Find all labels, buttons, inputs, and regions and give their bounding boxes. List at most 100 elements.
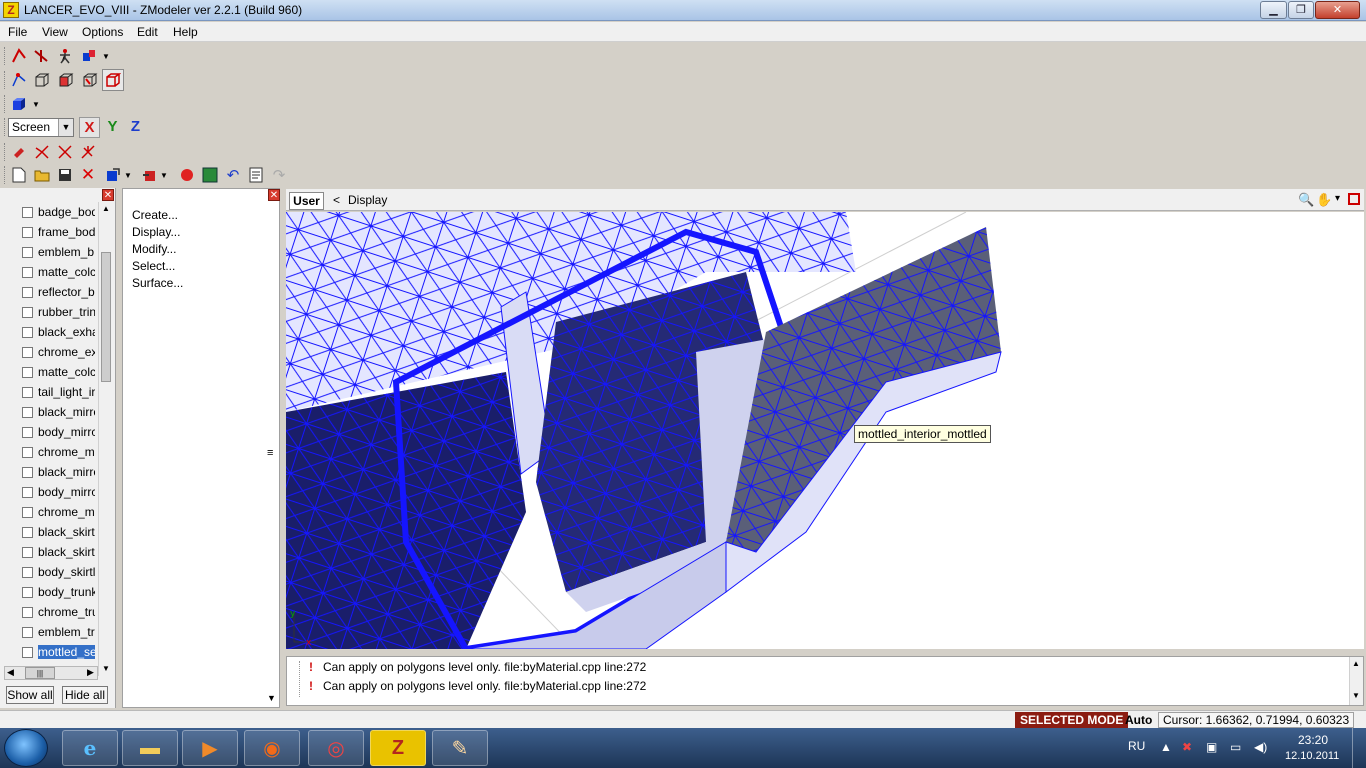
viewport-tab-user[interactable]: User xyxy=(289,192,324,210)
object-list-item[interactable]: black_mirrc xyxy=(4,402,112,422)
command-modify[interactable]: Modify... xyxy=(132,242,176,256)
menu-options[interactable]: Options xyxy=(82,25,123,39)
object-list-item[interactable]: chrome_ex xyxy=(4,342,112,362)
orbit-icon[interactable]: ▾ xyxy=(1335,193,1340,204)
object-list-item[interactable]: chrome_m xyxy=(4,442,112,462)
select-vertex-icon[interactable] xyxy=(8,45,30,67)
horizontal-scrollbar[interactable]: ◀ ||| ▶ xyxy=(4,666,98,680)
axis-y-toggle[interactable]: Y xyxy=(102,117,123,138)
object-list-item[interactable]: body_trunk xyxy=(4,582,112,602)
object-list-item[interactable]: frame_bod xyxy=(4,222,112,242)
figure-icon[interactable] xyxy=(54,45,76,67)
object-list-item[interactable]: black_exha xyxy=(4,322,112,342)
object-list-item[interactable]: matte_colc xyxy=(4,362,112,382)
close-button[interactable]: ✕ xyxy=(1315,1,1360,19)
object-list-item[interactable]: tail_light_ir xyxy=(4,382,112,402)
visibility-checkbox[interactable] xyxy=(22,247,33,258)
object-list-item[interactable]: mottled_se xyxy=(4,642,112,662)
display-icon[interactable]: ▭ xyxy=(1230,740,1241,754)
blue-cube-icon[interactable] xyxy=(8,93,30,115)
visibility-checkbox[interactable] xyxy=(22,587,33,598)
object-list-item[interactable]: chrome_tru xyxy=(4,602,112,622)
chevron-down-icon[interactable]: ▼ xyxy=(267,693,276,703)
redo-icon[interactable]: ↷ xyxy=(268,164,290,186)
objects-icon[interactable] xyxy=(78,45,100,67)
dropdown-arrow-icon[interactable]: ▼ xyxy=(158,164,170,186)
scrollbar-thumb[interactable] xyxy=(101,252,111,382)
undo-icon[interactable]: ↶ xyxy=(222,164,244,186)
visibility-checkbox[interactable] xyxy=(22,407,33,418)
command-create[interactable]: Create... xyxy=(132,208,178,222)
paint-icon[interactable]: ✎ xyxy=(432,730,488,766)
record-icon[interactable] xyxy=(176,164,198,186)
chevron-down-icon[interactable]: ▼ xyxy=(101,664,111,674)
chevron-right-icon[interactable]: ▶ xyxy=(87,667,94,678)
zmodeler-icon[interactable]: Z xyxy=(370,730,426,766)
chevron-down-icon[interactable]: ▼ xyxy=(1352,691,1360,700)
export-icon[interactable] xyxy=(138,164,160,186)
log-scrollbar[interactable]: ▲ ▼ xyxy=(1349,657,1363,705)
splitter-handle-icon[interactable]: ≡ xyxy=(267,447,273,459)
delete-icon[interactable]: ✕ xyxy=(77,164,99,186)
3d-viewport[interactable]: y x xyxy=(286,212,1364,649)
eraser-icon[interactable] xyxy=(8,141,30,163)
visibility-checkbox[interactable] xyxy=(22,367,33,378)
object-list-item[interactable]: matte_colc xyxy=(4,262,112,282)
volume-icon[interactable]: ◀) xyxy=(1254,740,1267,754)
object-list-scrollbar[interactable]: ▲ ▼ xyxy=(98,202,112,676)
select-edge-icon[interactable] xyxy=(30,45,52,67)
start-button[interactable] xyxy=(4,729,48,767)
show-desktop-button[interactable] xyxy=(1352,728,1366,768)
dropdown-arrow-icon[interactable]: ▼ xyxy=(100,45,112,67)
move-axis-icon[interactable] xyxy=(31,141,53,163)
cube-polygon-icon[interactable] xyxy=(79,69,101,91)
open-folder-icon[interactable] xyxy=(31,164,53,186)
object-list-item[interactable]: badge_bod xyxy=(4,202,112,222)
object-list-item[interactable]: body_mirrc xyxy=(4,482,112,502)
command-surface[interactable]: Surface... xyxy=(132,276,183,290)
clock-date[interactable]: 12.10.2011 xyxy=(1285,750,1339,762)
cube-object-icon[interactable] xyxy=(102,69,124,91)
chevron-left-icon[interactable]: ◀ xyxy=(7,667,14,678)
visibility-checkbox[interactable] xyxy=(22,227,33,238)
object-list-item[interactable]: emblem_tr xyxy=(4,622,112,642)
visibility-checkbox[interactable] xyxy=(22,567,33,578)
visibility-checkbox[interactable] xyxy=(22,267,33,278)
command-display[interactable]: Display... xyxy=(132,225,180,239)
notes-icon[interactable] xyxy=(245,164,267,186)
dropdown-arrow-icon[interactable]: ▼ xyxy=(30,93,42,115)
visibility-checkbox[interactable] xyxy=(22,507,33,518)
visibility-checkbox[interactable] xyxy=(22,447,33,458)
visibility-checkbox[interactable] xyxy=(22,427,33,438)
object-list-item[interactable]: body_mirrc xyxy=(4,422,112,442)
chrome-icon[interactable]: ◎ xyxy=(308,730,364,766)
clock-time[interactable]: 23:20 xyxy=(1298,733,1328,747)
visibility-checkbox[interactable] xyxy=(22,327,33,338)
zmodeler-app-icon[interactable]: Z xyxy=(3,2,19,18)
close-icon[interactable]: ✕ xyxy=(102,189,114,201)
selection-mode-badge[interactable]: SELECTED MODE xyxy=(1015,712,1129,728)
object-list-item[interactable]: chrome_m xyxy=(4,502,112,522)
visibility-checkbox[interactable] xyxy=(22,527,33,538)
minimize-button[interactable]: ▁ xyxy=(1260,1,1287,19)
network-error-icon[interactable]: ✖ xyxy=(1182,740,1192,754)
vertex-mode-icon[interactable] xyxy=(8,69,30,91)
axis-z-toggle[interactable]: Z xyxy=(125,117,146,138)
media-player-icon[interactable]: ▶ xyxy=(182,730,238,766)
visibility-checkbox[interactable] xyxy=(22,307,33,318)
usb-icon[interactable]: ▣ xyxy=(1206,740,1217,754)
chevron-up-icon[interactable]: ▲ xyxy=(1352,659,1360,668)
visibility-checkbox[interactable] xyxy=(22,547,33,558)
auto-mode-label[interactable]: Auto xyxy=(1125,713,1152,727)
command-select[interactable]: Select... xyxy=(132,259,175,273)
rotate-axis-icon[interactable] xyxy=(54,141,76,163)
scale-axis-icon[interactable] xyxy=(77,141,99,163)
breadcrumb-back[interactable]: < xyxy=(333,193,340,207)
ie-icon[interactable]: e xyxy=(62,730,118,766)
cube-wire-icon[interactable] xyxy=(31,69,53,91)
visibility-checkbox[interactable] xyxy=(22,487,33,498)
hide-all-button[interactable]: Hide all xyxy=(62,686,108,704)
visibility-checkbox[interactable] xyxy=(22,387,33,398)
visibility-checkbox[interactable] xyxy=(22,627,33,638)
pan-hand-icon[interactable]: ✋ xyxy=(1316,192,1332,208)
